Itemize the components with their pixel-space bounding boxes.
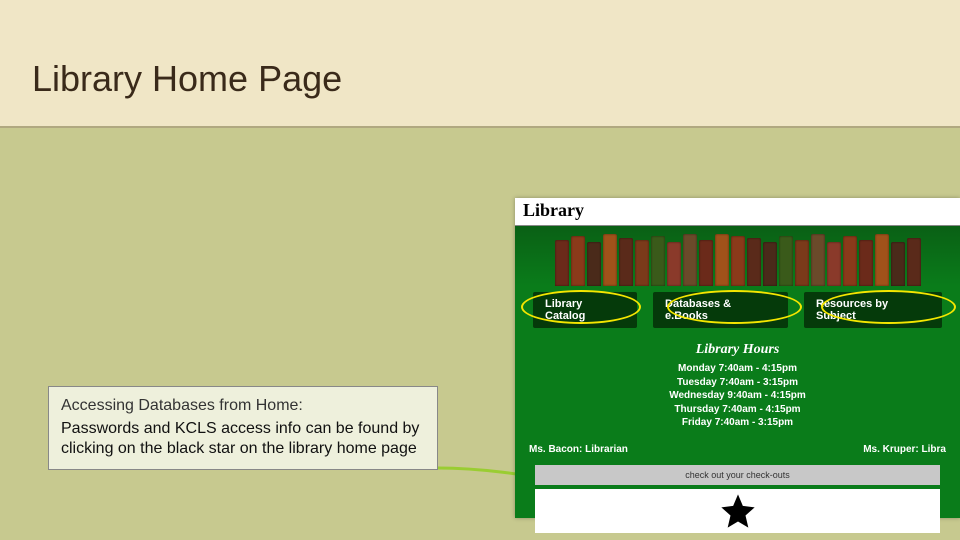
tab-databases-ebooks[interactable]: Databases & e.Books — [653, 292, 788, 328]
star-row — [535, 489, 940, 533]
staff-row: Ms. Bacon: Librarian Ms. Kruper: Libra — [515, 430, 960, 455]
hours-title: Library Hours — [515, 342, 960, 358]
library-hours: Library Hours Monday 7:40am - 4:15pm Tue… — [515, 342, 960, 430]
slide-title: Library Home Page — [32, 58, 342, 100]
staff-right: Ms. Kruper: Libra — [863, 444, 946, 455]
callout-body: Passwords and KCLS access info can be fo… — [61, 419, 425, 459]
checkouts-link[interactable]: check out your check-outs — [535, 465, 940, 485]
callout-heading: Accessing Databases from Home: — [61, 397, 425, 415]
hours-line: Wednesday 9:40am - 4:15pm — [515, 389, 960, 403]
checkouts-label: check out your check-outs — [685, 470, 790, 480]
hours-line: Monday 7:40am - 4:15pm — [515, 362, 960, 376]
books-banner — [515, 226, 960, 286]
slide: Library Home Page Accessing Databases fr… — [0, 0, 960, 540]
library-header: Library — [515, 198, 960, 226]
callout-box: Accessing Databases from Home: Passwords… — [48, 386, 438, 470]
tab-resources-by-subject[interactable]: Resources by Subject — [804, 292, 942, 328]
tab-library-catalog[interactable]: Library Catalog — [533, 292, 637, 328]
tab-row: Library Catalog Databases & e.Books Reso… — [515, 286, 960, 334]
hours-line: Tuesday 7:40am - 3:15pm — [515, 376, 960, 390]
staff-left: Ms. Bacon: Librarian — [529, 444, 628, 455]
hours-line: Thursday 7:40am - 4:15pm — [515, 403, 960, 417]
hours-line: Friday 7:40am - 3:15pm — [515, 416, 960, 430]
library-page-embed: Library Library Catalog Databases & e.Bo… — [515, 198, 960, 518]
star-icon[interactable] — [718, 491, 758, 531]
